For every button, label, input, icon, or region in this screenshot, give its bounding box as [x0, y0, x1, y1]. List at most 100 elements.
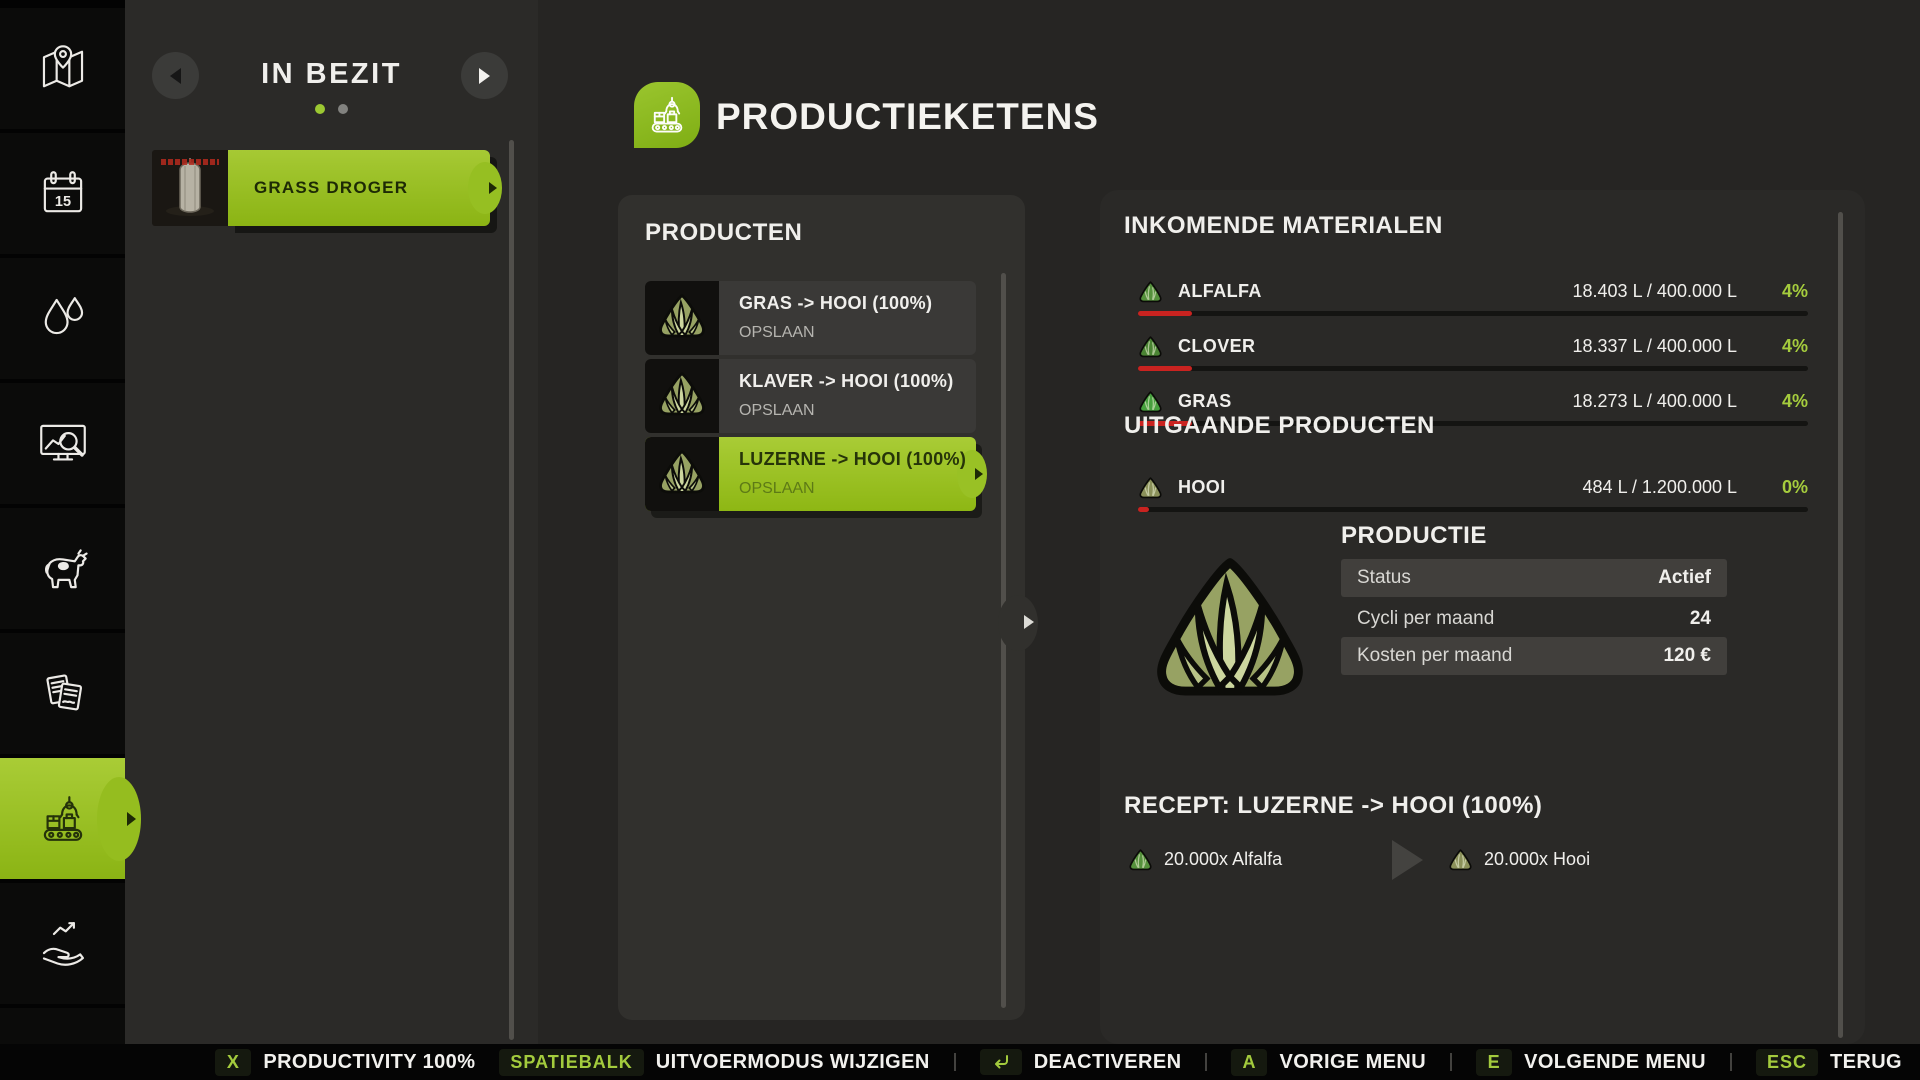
- key-spacebar: SPATIEBALK: [499, 1049, 643, 1076]
- material-amount: 18.337 L / 400.000 L: [1573, 336, 1737, 357]
- owned-panel: IN BEZIT GRASS DROGER: [125, 0, 538, 1080]
- material-name: CLOVER: [1178, 336, 1558, 357]
- recipe-arrow-icon: [1392, 840, 1423, 880]
- row-value: Actief: [1658, 567, 1711, 589]
- material-percent: 0%: [1752, 477, 1808, 498]
- owned-item-label-plate: GRASS DROGER: [228, 150, 490, 226]
- owned-item-grass-droger[interactable]: GRASS DROGER: [152, 150, 490, 226]
- cow-icon: [34, 540, 92, 598]
- page-dot[interactable]: [338, 104, 348, 114]
- product-item-luzerne-hooi[interactable]: LUZERNE -> HOOI (100%) OPSLAAN: [645, 437, 976, 511]
- product-item-subtitle: OPSLAAN: [739, 324, 976, 342]
- key-esc: ESC: [1756, 1049, 1818, 1076]
- product-item-subtitle: OPSLAAN: [739, 480, 976, 498]
- owned-item-arrow-icon: [489, 182, 497, 194]
- separator: [1730, 1053, 1732, 1071]
- detail-scrollbar[interactable]: [1838, 212, 1843, 1038]
- hint-previous-menu[interactable]: A VORIGE MENU: [1231, 1049, 1426, 1076]
- page-icon: [634, 82, 700, 148]
- page-dots: [125, 104, 538, 114]
- owned-next-button[interactable]: [461, 52, 508, 99]
- material-head: HOOI 484 L / 1.200.000 L 0%: [1138, 474, 1808, 500]
- fill-level-bar: [1138, 507, 1808, 512]
- separator: [1205, 1053, 1207, 1071]
- product-item-gras-hooi[interactable]: GRAS -> HOOI (100%) OPSLAAN: [645, 281, 976, 355]
- selected-tab-arrow-icon: [127, 812, 136, 826]
- hint-label: VORIGE MENU: [1279, 1051, 1426, 1074]
- material-head: CLOVER 18.337 L / 400.000 L 4%: [1138, 333, 1808, 359]
- sidebar-item-animals[interactable]: [0, 508, 125, 629]
- hint-productivity[interactable]: X PRODUCTIVITY 100%: [215, 1049, 475, 1076]
- fill-level-value: [1138, 507, 1149, 512]
- statistics-icon: [34, 415, 92, 473]
- recipe-input-label: 20.000x Alfalfa: [1164, 849, 1282, 870]
- sidebar-item-weather[interactable]: [0, 258, 125, 379]
- material-amount: 18.273 L / 400.000 L: [1573, 391, 1737, 412]
- production-title: PRODUCTIE: [1341, 522, 1487, 550]
- svg-text:15: 15: [54, 193, 70, 209]
- grass-pile-icon: [654, 370, 710, 422]
- page-title: PRODUCTIEKETENS: [716, 96, 1099, 138]
- material-name: ALFALFA: [1178, 281, 1558, 302]
- production-row-cycles: Cycli per maand 24: [1341, 601, 1727, 637]
- fill-level-value: [1138, 311, 1192, 316]
- page-dot-active[interactable]: [315, 104, 325, 114]
- material-percent: 4%: [1752, 336, 1808, 357]
- hint-next-menu[interactable]: E VOLGENDE MENU: [1476, 1049, 1706, 1076]
- hint-back[interactable]: ESC TERUG: [1756, 1049, 1902, 1076]
- grass-icon: [1138, 390, 1163, 413]
- material-name: HOOI: [1178, 477, 1568, 498]
- product-item-body: KLAVER -> HOOI (100%) OPSLAAN: [719, 359, 976, 433]
- missing-mod-marks: [161, 159, 219, 165]
- alfalfa-icon: [1138, 280, 1163, 303]
- key-e: E: [1476, 1049, 1512, 1076]
- sidebar-item-map[interactable]: [0, 8, 125, 129]
- product-item-body: LUZERNE -> HOOI (100%) OPSLAAN: [719, 437, 976, 511]
- product-item-title: GRAS -> HOOI (100%): [739, 293, 976, 314]
- hint-output-mode[interactable]: SPATIEBALK UITVOERMODUS WIJZIGEN: [499, 1049, 929, 1076]
- hint-label: VOLGENDE MENU: [1524, 1051, 1706, 1074]
- separator: [1450, 1053, 1452, 1071]
- recipe-output: 20.000x Hooi: [1448, 848, 1590, 871]
- hay-icon: [1448, 848, 1473, 871]
- sidebar-item-contracts[interactable]: [0, 633, 125, 754]
- product-item-title: KLAVER -> HOOI (100%): [739, 371, 976, 392]
- production-output-image: [1140, 552, 1320, 716]
- sidebar-item-finances[interactable]: [0, 883, 125, 1004]
- production-chains-icon: [34, 790, 92, 848]
- material-percent: 4%: [1752, 281, 1808, 302]
- owned-item-thumbnail: [152, 150, 228, 226]
- hint-label: UITVOERMODUS WIJZIGEN: [656, 1051, 930, 1074]
- sidebar-item-calendar[interactable]: 15: [0, 133, 125, 254]
- material-amount: 18.403 L / 400.000 L: [1573, 281, 1737, 302]
- material-amount: 484 L / 1.200.000 L: [1583, 477, 1737, 498]
- fill-level-bar: [1138, 366, 1808, 371]
- products-title: PRODUCTEN: [645, 219, 802, 247]
- map-icon: [34, 40, 92, 98]
- product-item-body: GRAS -> HOOI (100%) OPSLAAN: [719, 281, 976, 355]
- sidebar-item-statistics[interactable]: [0, 383, 125, 504]
- owned-item-label: GRASS DROGER: [228, 178, 408, 198]
- owned-scrollbar[interactable]: [509, 140, 514, 1040]
- clover-icon: [1138, 335, 1163, 358]
- sidebar-item-production-chains[interactable]: [0, 758, 125, 879]
- enter-key-icon: [980, 1049, 1022, 1075]
- product-item-subtitle: OPSLAAN: [739, 402, 976, 420]
- separator: [954, 1053, 956, 1071]
- products-panel: PRODUCTEN GRAS -> HOOI (100%) OPSLAAN KL…: [618, 195, 1025, 1020]
- material-name: GRAS: [1178, 391, 1558, 412]
- production-chains-screen: 15: [0, 0, 1920, 1080]
- product-thumbnail: [645, 359, 719, 433]
- key-x: X: [215, 1049, 251, 1076]
- material-percent: 4%: [1752, 391, 1808, 412]
- hint-deactivate[interactable]: DEACTIVEREN: [980, 1049, 1182, 1075]
- hay-icon: [1138, 476, 1163, 499]
- material-row-hooi: HOOI 484 L / 1.200.000 L 0%: [1138, 474, 1808, 512]
- row-value: 24: [1690, 608, 1711, 630]
- product-thumbnail: [645, 281, 719, 355]
- production-row-costs: Kosten per maand 120 €: [1341, 637, 1727, 675]
- row-label: Kosten per maand: [1357, 645, 1663, 667]
- grass-pile-icon: [654, 292, 710, 344]
- product-item-klaver-hooi[interactable]: KLAVER -> HOOI (100%) OPSLAAN: [645, 359, 976, 433]
- panel-expand-arrow-icon[interactable]: [1024, 615, 1034, 629]
